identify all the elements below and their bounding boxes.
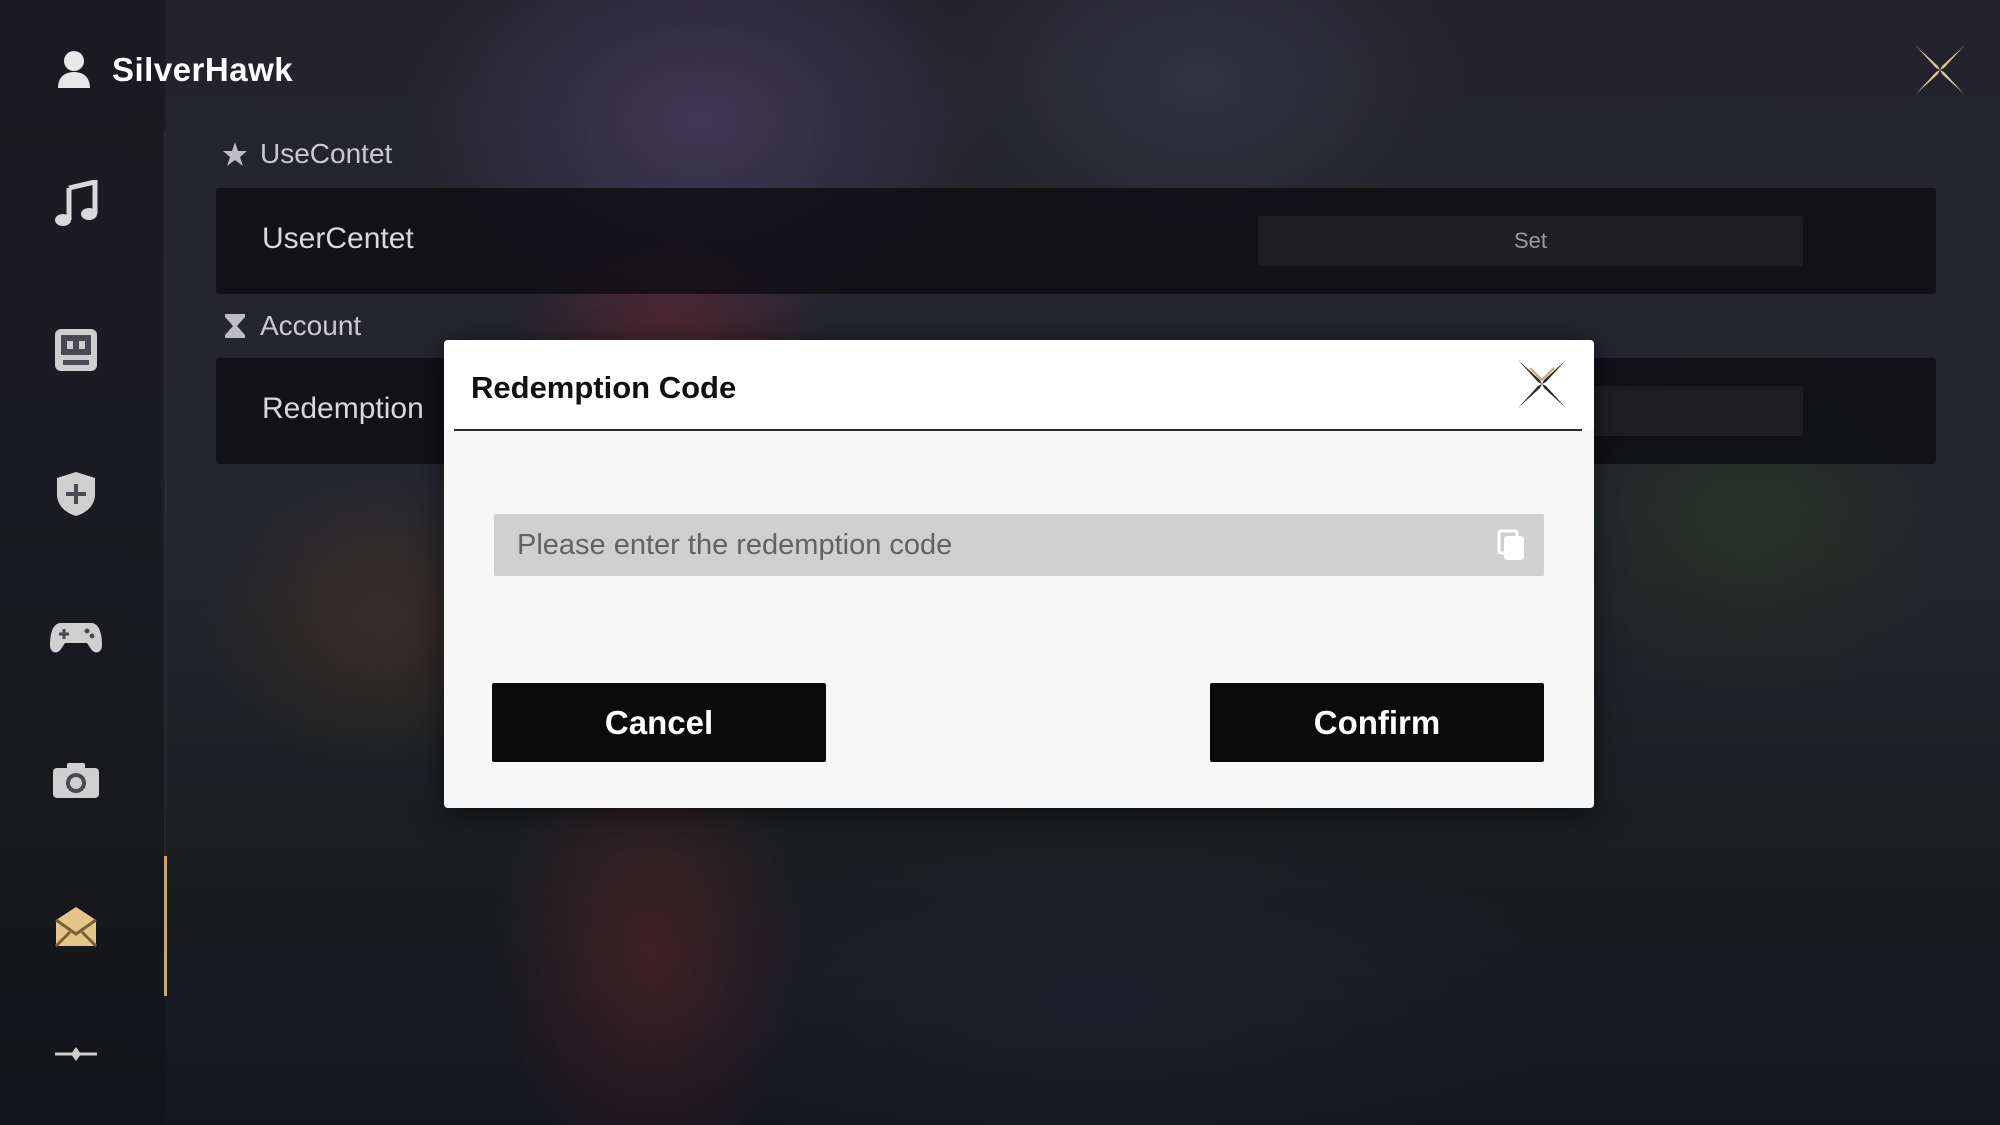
section-title: Account: [260, 310, 362, 341]
redemption-code-dialog: Redemption Code Cancel Confirm: [444, 340, 1594, 808]
mail-icon: [54, 907, 98, 948]
sidebar-item-more[interactable]: [48, 1026, 104, 1082]
dialog-header: Redemption Code: [444, 340, 1594, 430]
section-title: UseContet: [260, 138, 393, 169]
dialog-divider: [454, 429, 1582, 431]
sidebar-item-mail[interactable]: [48, 898, 104, 954]
close-menu-icon[interactable]: [1912, 42, 1968, 98]
sidebar-item-camera[interactable]: [48, 752, 104, 808]
sidebar-item-audio[interactable]: [48, 176, 104, 232]
settings-row-usercenter[interactable]: UserCentet Set: [216, 188, 1936, 294]
redemption-code-input[interactable]: [494, 514, 1497, 576]
close-dialog-icon[interactable]: [1512, 354, 1572, 414]
paste-icon[interactable]: [1494, 528, 1528, 562]
star-icon: [223, 142, 247, 166]
sidebar-divider: [164, 130, 166, 960]
more-icon: [55, 1047, 97, 1061]
display-icon: [55, 329, 97, 371]
user-profile: SilverHawk: [56, 50, 293, 90]
sidebar-active-indicator: [164, 856, 167, 996]
row-label: UserCentet: [262, 222, 414, 255]
sidebar: [0, 0, 165, 1125]
confirm-button[interactable]: Confirm: [1210, 683, 1544, 762]
section-account: Account: [222, 310, 361, 342]
username: SilverHawk: [112, 51, 294, 88]
section-usecontent: UseContet: [222, 138, 392, 170]
sidebar-item-security[interactable]: [48, 466, 104, 522]
gamepad-icon: [50, 623, 102, 653]
cancel-button[interactable]: Cancel: [492, 683, 826, 762]
usercenter-set-button[interactable]: Set: [1258, 216, 1803, 266]
dialog-title: Redemption Code: [471, 370, 737, 405]
user-icon: [58, 51, 90, 88]
camera-icon: [53, 763, 99, 798]
shield-icon: [57, 472, 95, 516]
hourglass-icon: [225, 314, 245, 338]
row-label: Redemption: [262, 392, 424, 425]
sidebar-item-controls[interactable]: [48, 610, 104, 666]
music-note-icon: [55, 180, 98, 226]
sidebar-item-display[interactable]: [48, 322, 104, 378]
redemption-code-field[interactable]: [494, 514, 1544, 576]
